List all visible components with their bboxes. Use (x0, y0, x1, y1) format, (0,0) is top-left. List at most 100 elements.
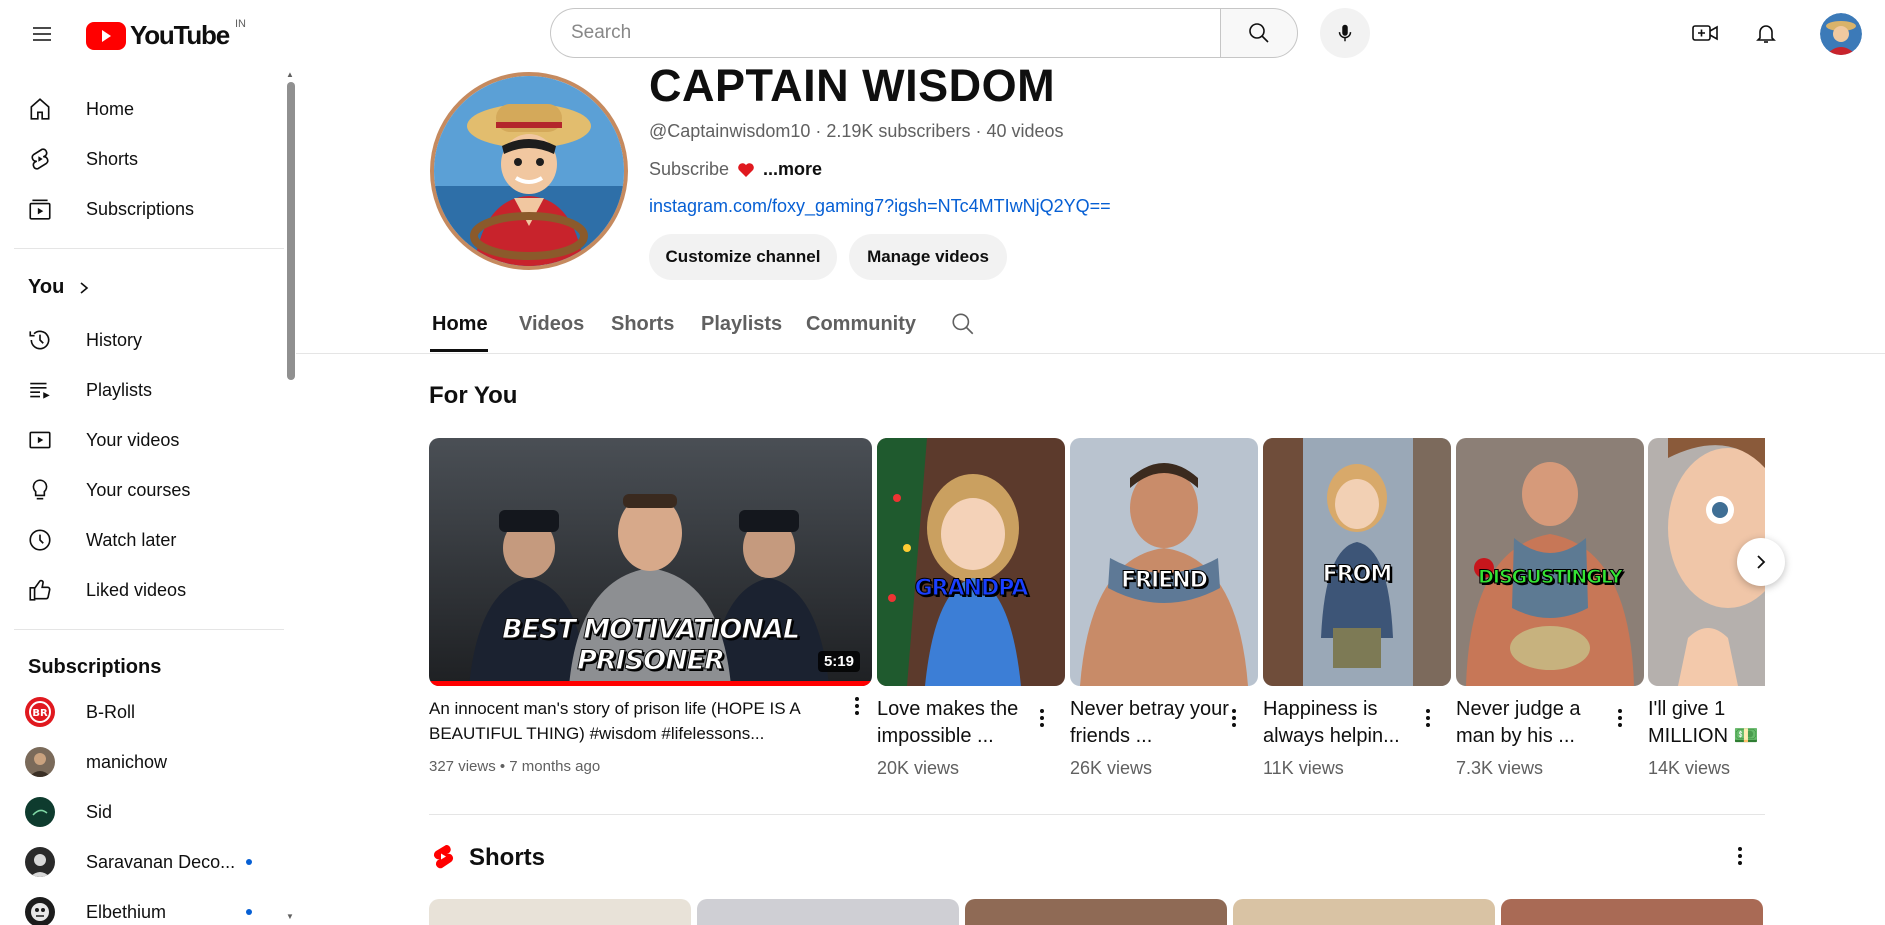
channel-description[interactable]: Subscribe ...more (649, 159, 822, 180)
voice-search-button[interactable] (1320, 8, 1370, 58)
home-icon (10, 96, 70, 122)
shorts-logo-icon (433, 844, 454, 869)
thumbnail-caption: FRIEND (1121, 568, 1209, 594)
short-title[interactable]: Happiness is always helpin... (1263, 696, 1423, 750)
featured-video-title[interactable]: An innocent man's story of prison life (… (429, 696, 839, 746)
chevron-right-icon (1757, 555, 1766, 569)
channel-avatar-large[interactable] (430, 72, 628, 270)
short-menu-button[interactable] (1030, 706, 1054, 730)
shorts-shelf-thumbnail[interactable] (1233, 899, 1495, 925)
shorts-section-icon (431, 843, 455, 876)
history-icon (10, 327, 70, 353)
shorts-shelf-thumbnail[interactable] (1501, 899, 1763, 925)
manage-videos-button[interactable]: Manage videos (849, 234, 1007, 280)
tab-videos[interactable]: Videos (519, 298, 584, 350)
sidebar-item-shorts[interactable]: Shorts (12, 135, 282, 183)
sidebar-sub-b-roll[interactable]: BR B-Roll (12, 688, 282, 736)
sidebar-sub-saravanan[interactable]: Saravanan Deco... (12, 838, 282, 886)
sidebar-item-liked-videos[interactable]: Liked videos (12, 566, 282, 614)
tab-shorts[interactable]: Shorts (611, 298, 674, 350)
sidebar-divider (14, 629, 284, 630)
shorts-shelf-thumbnail[interactable] (429, 899, 691, 925)
carousel-next-button[interactable] (1737, 538, 1785, 586)
more-vert-icon (1232, 709, 1236, 727)
featured-video-thumbnail[interactable]: BEST MOTIVATIONAL PRISONER 5:19 (429, 438, 872, 686)
chevron-right-icon (80, 281, 89, 294)
channel-avatar (25, 897, 55, 925)
short-views: 26K views (1070, 758, 1153, 778)
search-icon (1249, 23, 1269, 43)
svg-text:BR: BR (32, 708, 48, 719)
search-input[interactable] (550, 8, 1220, 58)
channel-avatar (25, 847, 55, 877)
scroll-up-arrow[interactable]: ▲ (286, 70, 294, 79)
short-thumbnail[interactable]: FROM (1263, 438, 1451, 686)
sidebar-item-your-courses[interactable]: Your courses (12, 466, 282, 514)
thumbnail-caption: BEST MOTIVATIONAL PRISONER (501, 614, 800, 677)
active-tab-indicator (430, 349, 488, 352)
view-count: 327 views (429, 758, 496, 775)
short-thumbnail[interactable]: GRANDPA (877, 438, 1065, 686)
create-video-icon (1692, 25, 1718, 41)
tab-home[interactable]: Home (432, 298, 488, 350)
short-thumbnail[interactable]: FRIEND (1070, 438, 1258, 686)
short-title[interactable]: I'll give 1 MILLION 💵 ,I... (1648, 696, 1765, 750)
sidebar-sub-elbethium[interactable]: Elbethium (12, 888, 282, 925)
watch-later-icon (10, 527, 70, 553)
new-content-indicator (246, 909, 252, 915)
scroll-down-arrow[interactable]: ▼ (286, 912, 294, 921)
sidebar-item-home[interactable]: Home (12, 85, 282, 133)
short-menu-button[interactable] (1608, 706, 1632, 730)
short-title[interactable]: Never betray your friends ... (1070, 696, 1230, 750)
sidebar-item-history[interactable]: History (12, 316, 282, 364)
sidebar-sub-manichow[interactable]: manichow (12, 738, 282, 786)
sidebar-scrollbar-thumb[interactable] (287, 82, 295, 380)
channel-avatar (25, 797, 55, 827)
sidebar-item-playlists[interactable]: Playlists (12, 366, 282, 414)
create-button[interactable] (1685, 13, 1725, 53)
sidebar-item-your-videos[interactable]: Your videos (12, 416, 282, 464)
notifications-button[interactable] (1746, 13, 1786, 53)
youtube-play-icon (86, 21, 126, 50)
tab-community[interactable]: Community (806, 298, 916, 350)
channel-external-link[interactable]: instagram.com/foxy_gaming7?igsh=NTc4MTIw… (649, 196, 1111, 217)
you-heading-label: You (28, 276, 65, 298)
thumbnail-caption: GRANDPA (914, 576, 1029, 602)
video-duration: 5:19 (817, 651, 860, 672)
logo-text: YouTube (130, 20, 230, 50)
more-link[interactable]: ...more (763, 159, 822, 180)
sidebar: Home Shorts Subscriptions You History Pl… (0, 66, 290, 925)
short-thumbnail[interactable]: DISGUSTINGLY (1456, 438, 1644, 686)
channel-handle: @Captainwisdom10 (649, 121, 811, 141)
search-button[interactable] (1220, 8, 1298, 58)
watch-progress-bar (429, 681, 872, 686)
tab-search[interactable] (950, 298, 976, 350)
shorts-shelf-thumbnail[interactable] (697, 899, 959, 925)
thumbnail-caption: DISGUSTINGLY (1478, 566, 1624, 589)
sidebar-item-subscriptions[interactable]: Subscriptions (12, 185, 282, 233)
customize-channel-button[interactable]: Customize channel (649, 234, 837, 280)
account-avatar[interactable] (1820, 13, 1862, 55)
hamburger-icon (33, 27, 51, 41)
short-menu-button[interactable] (1416, 706, 1440, 730)
shorts-section-menu-button[interactable] (1728, 844, 1752, 868)
short-title[interactable]: Love makes the impossible ... (877, 696, 1037, 750)
guide-menu-button[interactable] (22, 14, 62, 54)
for-you-title: For You (429, 382, 518, 409)
sidebar-you-heading[interactable]: You (28, 276, 90, 299)
tab-playlists[interactable]: Playlists (701, 298, 782, 350)
sidebar-item-label: Liked videos (86, 579, 187, 600)
thumbnail-caption: FROM (1322, 562, 1393, 588)
sidebar-item-label: Elbethium (86, 901, 167, 922)
sidebar-item-watch-later[interactable]: Watch later (12, 516, 282, 564)
youtube-logo[interactable]: YouTube IN (86, 18, 246, 51)
shorts-shelf-thumbnail[interactable] (965, 899, 1227, 925)
more-vert-icon (1738, 847, 1742, 865)
subscriptions-icon (10, 196, 70, 222)
video-menu-button[interactable] (845, 694, 869, 718)
sidebar-sub-sid[interactable]: Sid (12, 788, 282, 836)
short-menu-button[interactable] (1222, 706, 1246, 730)
playlists-icon (10, 377, 70, 403)
short-title[interactable]: Never judge a man by his ... (1456, 696, 1616, 750)
sidebar-item-label: Playlists (86, 379, 153, 400)
